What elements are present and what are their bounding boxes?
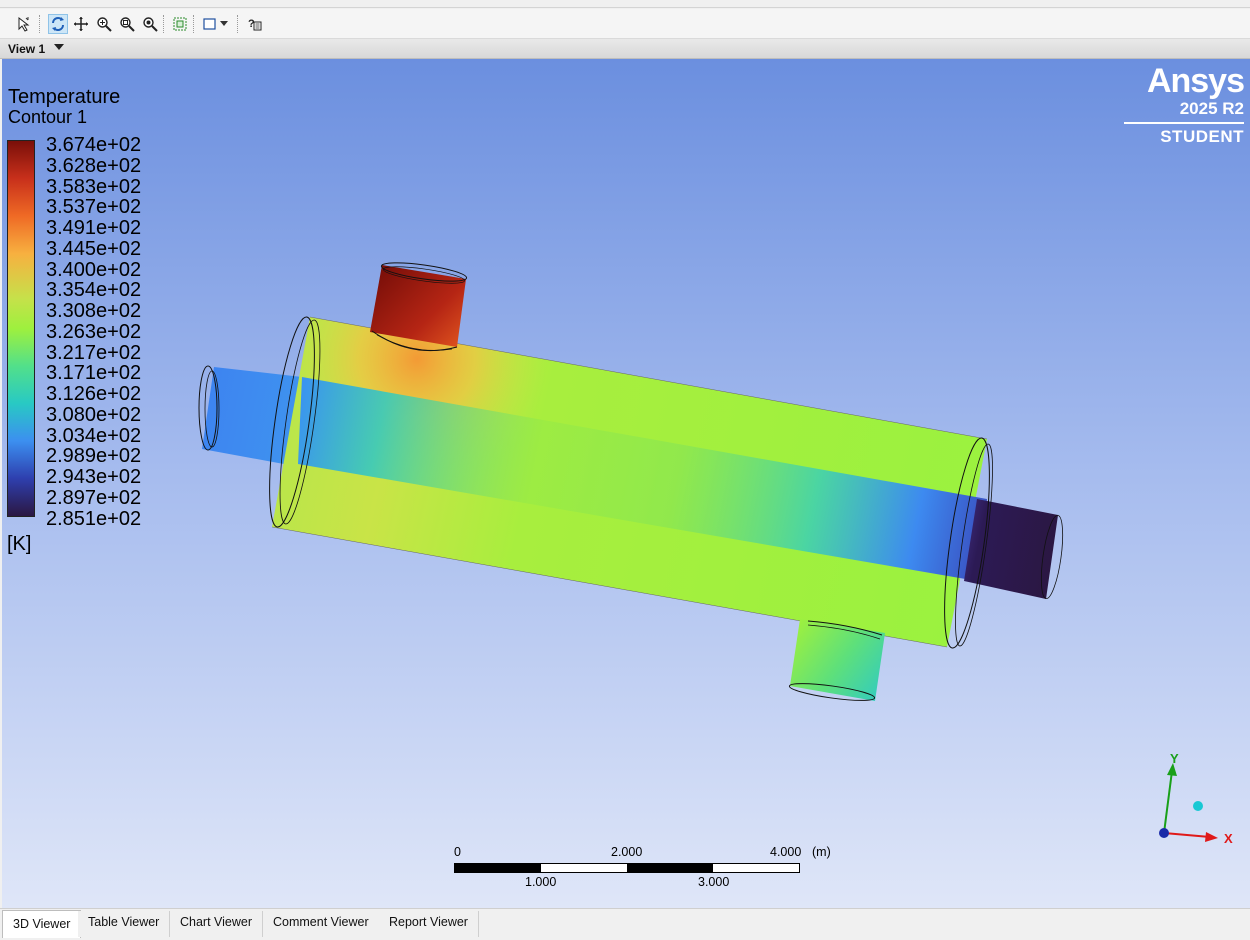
- legend-value: 3.034e+02: [46, 424, 142, 447]
- viewer-toolbar: ?: [0, 9, 1250, 39]
- chevron-down-icon[interactable]: [218, 14, 230, 34]
- tab-3d-viewer[interactable]: 3D Viewer: [2, 910, 82, 938]
- view-label: View 1: [8, 42, 46, 56]
- ansys-logo: Ansys 2025 R2 STUDENT: [1124, 62, 1245, 150]
- chevron-down-icon[interactable]: [54, 44, 64, 50]
- view-selector[interactable]: View 1: [0, 39, 1250, 59]
- legend-value: 3.537e+02: [46, 196, 142, 219]
- legend-value: 3.308e+02: [46, 300, 142, 323]
- legend-value: 2.897e+02: [46, 487, 142, 510]
- pan-icon[interactable]: [71, 14, 91, 34]
- legend-value: 3.080e+02: [46, 403, 142, 426]
- tab-chart-viewer[interactable]: Chart Viewer: [170, 911, 264, 937]
- legend-value: 3.126e+02: [46, 383, 142, 406]
- legend-unit: [K]: [7, 533, 32, 555]
- tab-report-viewer[interactable]: Report Viewer: [379, 911, 479, 937]
- axis-triad: Y X: [1142, 749, 1250, 849]
- rotate-icon[interactable]: [48, 14, 68, 34]
- legend-value: 3.628e+02: [46, 154, 142, 177]
- legend-value: 3.171e+02: [46, 362, 142, 385]
- legend-value: 3.400e+02: [46, 258, 142, 281]
- 3d-viewport[interactable]: Temperature Contour 1 3.674e+02 3.628e+0…: [2, 59, 1250, 908]
- scale-bar: 0 2.000 4.000 (m) 1.000 3.000: [454, 843, 854, 893]
- mesh-icon[interactable]: [170, 14, 190, 34]
- legend-value: 3.583e+02: [46, 175, 142, 198]
- legend-value: 3.263e+02: [46, 320, 142, 343]
- scale-label: 0: [454, 845, 461, 859]
- legend-values: 3.674e+02 3.628e+02 3.583e+02 3.537e+02 …: [46, 135, 141, 530]
- select-icon[interactable]: [14, 14, 34, 34]
- legend-title: Temperature: [8, 86, 121, 108]
- fit-view-icon[interactable]: [140, 14, 160, 34]
- scale-ruler: [454, 863, 800, 873]
- legend-color-bar: [7, 140, 35, 517]
- viewer-tabs: 3D Viewer Table Viewer Chart Viewer Comm…: [0, 908, 1250, 940]
- legend-value: 3.445e+02: [46, 237, 142, 260]
- legend-value: 2.989e+02: [46, 445, 142, 468]
- viewport-layout-icon[interactable]: [200, 14, 220, 34]
- legend-value: 2.851e+02: [46, 507, 142, 530]
- legend-value: 3.674e+02: [46, 134, 142, 156]
- tab-table-viewer[interactable]: Table Viewer: [78, 911, 171, 937]
- legend-value: 3.491e+02: [46, 217, 142, 240]
- scale-label: 4.000: [770, 845, 802, 859]
- scale-label: 1.000: [525, 875, 557, 889]
- scale-label: 2.000: [611, 845, 643, 859]
- help-icon[interactable]: ?: [245, 14, 265, 34]
- logo-version: 2025 R2: [1179, 99, 1244, 118]
- scale-unit: (m): [812, 845, 831, 859]
- menu-strip: [0, 0, 1250, 8]
- logo-name: Ansys: [1146, 62, 1245, 100]
- tab-comment-viewer[interactable]: Comment Viewer: [263, 911, 380, 937]
- legend-value: 3.217e+02: [46, 341, 142, 364]
- heat-exchanger-model: [198, 262, 1064, 701]
- logo-edition: STUDENT: [1160, 127, 1244, 146]
- axis-y-label: Y: [1170, 751, 1179, 766]
- scale-label: 3.000: [698, 875, 730, 889]
- zoom-box-icon[interactable]: [117, 14, 137, 34]
- axis-x-label: X: [1224, 831, 1233, 846]
- zoom-icon[interactable]: [94, 14, 114, 34]
- legend-value: 3.354e+02: [46, 279, 142, 302]
- legend-subtitle: Contour 1: [8, 107, 88, 127]
- legend-value: 2.943e+02: [46, 466, 142, 489]
